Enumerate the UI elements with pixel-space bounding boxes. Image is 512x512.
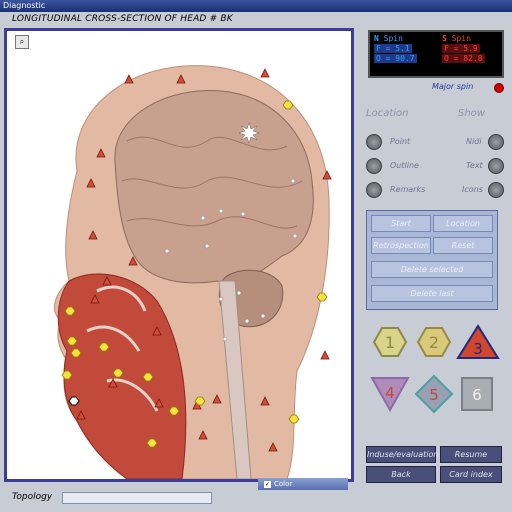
location-remarks-label: Remarks: [390, 185, 426, 194]
topology-label: Topology: [12, 492, 53, 502]
retrospection-button[interactable]: Retrospection: [371, 237, 431, 254]
marker-hexagon-selected: [68, 396, 80, 406]
show-icons-label: Icons: [462, 185, 483, 194]
shape-1-hexagon[interactable]: 1: [372, 327, 408, 357]
color-checkbox[interactable]: ✓: [264, 480, 271, 488]
svg-text:6: 6: [472, 386, 482, 404]
location-point-radio[interactable]: [366, 134, 382, 150]
topology-bar: [62, 492, 212, 504]
show-icons-radio[interactable]: [488, 182, 504, 198]
show-text-radio[interactable]: [488, 158, 504, 174]
svg-text:5: 5: [429, 386, 439, 404]
svg-text:1: 1: [385, 333, 395, 352]
north-readout: N Spin F = 5.1 O = 90.7: [374, 34, 417, 63]
south-f: F = 5.9: [442, 44, 480, 53]
start-button[interactable]: Start: [371, 215, 431, 232]
svg-text:4: 4: [385, 384, 395, 402]
reset-button[interactable]: Reset: [433, 237, 493, 254]
card-index-button[interactable]: Card index: [440, 466, 502, 483]
delete-last-button[interactable]: Delete last: [371, 285, 493, 302]
shape-2-hexagon[interactable]: 2: [416, 327, 452, 357]
header: LONGITUDINAL CROSS-SECTION OF HEAD # BK: [0, 12, 512, 28]
south-o: O = 82.8: [442, 54, 485, 63]
shape-5-diamond[interactable]: 5: [414, 374, 454, 414]
delete-selected-button[interactable]: Delete selected: [371, 261, 493, 278]
marker-triangle: [260, 68, 270, 78]
location-remarks-radio[interactable]: [366, 182, 382, 198]
show-nidi-label: Nidi: [466, 137, 482, 146]
color-toggle[interactable]: ✓ Color: [258, 478, 348, 490]
show-nidi-radio[interactable]: [488, 134, 504, 150]
image-viewer[interactable]: ⌕: [4, 28, 354, 482]
color-label: Color: [274, 480, 293, 488]
shape-3-triangle-selected[interactable]: 3: [456, 324, 500, 359]
show-heading: Show: [458, 108, 485, 119]
location-heading: Location: [366, 108, 409, 119]
show-text-label: Text: [466, 161, 483, 170]
resume-button[interactable]: Resume: [440, 446, 502, 463]
marker-triangle: [320, 350, 330, 360]
location-point-label: Point: [390, 137, 411, 146]
major-spin-indicator: [494, 83, 504, 93]
induse-evaluation-button[interactable]: Induse/evaluation: [366, 446, 438, 463]
marker-shape-selector[interactable]: 1 2 3 4 5 6: [366, 320, 506, 424]
north-f: F = 5.1: [374, 44, 412, 53]
svg-text:2: 2: [429, 333, 439, 352]
location-button[interactable]: Location: [433, 215, 493, 232]
page-title: LONGITUDINAL CROSS-SECTION OF HEAD # BK: [12, 14, 233, 24]
control-panel: Start Location Retrospection Reset Delet…: [366, 210, 498, 310]
shape-6-square[interactable]: 6: [461, 377, 493, 411]
north-o: O = 90.7: [374, 54, 417, 63]
spin-readout: N Spin F = 5.1 O = 90.7 S Spin F = 5.9 O…: [368, 30, 504, 78]
location-outline-label: Outline: [390, 161, 419, 170]
major-spin-label: Major spin: [432, 82, 474, 91]
head-cross-section-image[interactable]: [7, 31, 351, 479]
svg-text:3: 3: [473, 340, 483, 358]
shape-4-triangle-down[interactable]: 4: [370, 377, 410, 413]
location-outline-radio[interactable]: [366, 158, 382, 174]
back-button[interactable]: Back: [366, 466, 436, 483]
window-title: Diagnostic: [3, 1, 46, 10]
south-readout: S Spin F = 5.9 O = 82.8: [442, 34, 485, 63]
window-titlebar: Diagnostic: [0, 0, 512, 12]
